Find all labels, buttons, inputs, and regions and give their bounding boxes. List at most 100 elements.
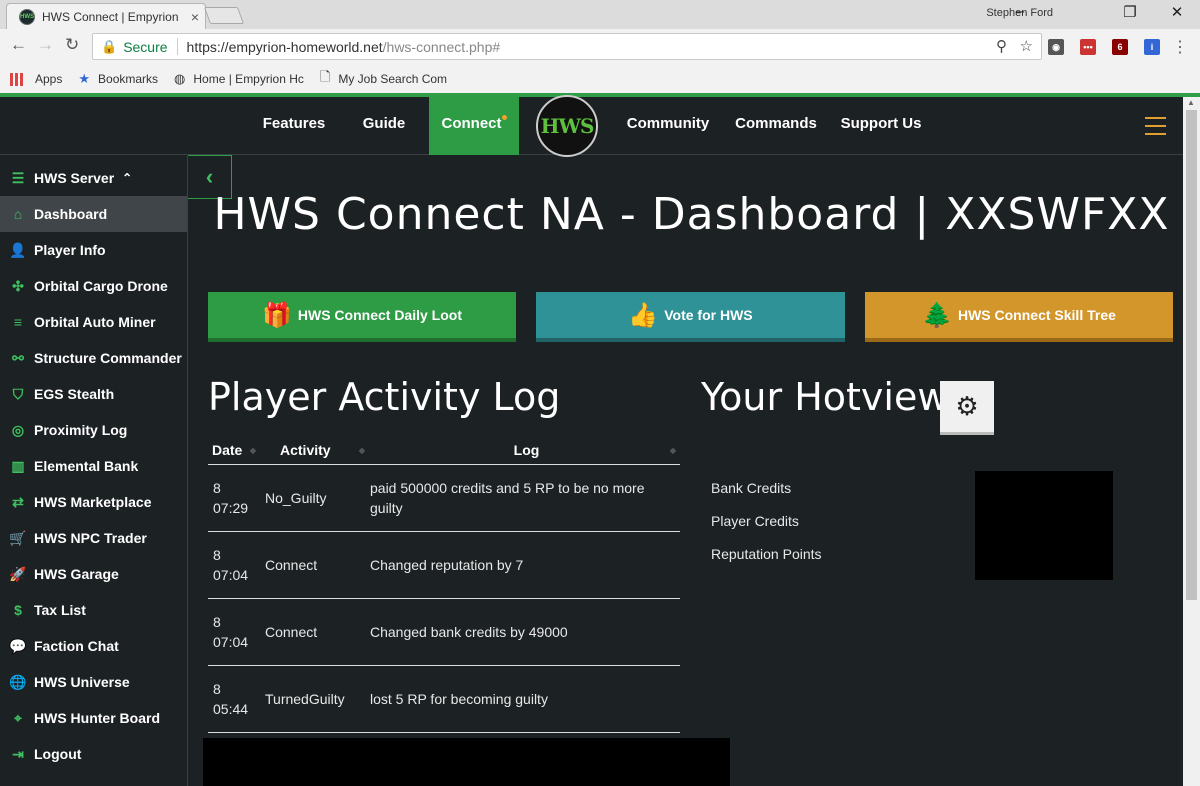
date-time: 07:04 [213, 566, 249, 583]
restore-icon[interactable]: ❐ [1110, 3, 1150, 21]
bookmark-star-icon[interactable]: ☆ [1020, 38, 1033, 55]
nav-support-us[interactable]: Support Us [836, 97, 926, 155]
cell-log: lost 5 RP for becoming guilty [369, 665, 680, 733]
nav-features[interactable]: Features [250, 97, 338, 155]
radar-icon: ◎ [11, 421, 25, 438]
new-tab-button[interactable] [203, 7, 245, 24]
column-header-date[interactable]: Date ◆ [208, 437, 260, 465]
gift-icon: 🎁 [261, 301, 292, 329]
sidebar-item-elemental-bank[interactable]: ▥ Elemental Bank [0, 448, 187, 484]
home-icon: ⌂ [13, 206, 23, 222]
sidebar-item-hws-hunter-board[interactable]: ⌖ HWS Hunter Board [0, 700, 187, 736]
hws-logo[interactable]: HWS [536, 95, 598, 157]
hws-favicon-icon: ◍ [174, 71, 186, 86]
sidebar-item-structure-commander[interactable]: ⚯ Structure Commander [0, 340, 187, 376]
cell-activity: No_Guilty [260, 464, 369, 532]
omnibox-icons: ⚲ ☆ [996, 37, 1033, 55]
extension-info-icon[interactable]: i [1144, 39, 1160, 55]
sidebar-item-label: Faction Chat [34, 638, 119, 654]
bookmark-job-search[interactable]: 🗋 My Job Search Com [320, 68, 447, 90]
tab-title: HWS Connect | Empyrion [42, 9, 179, 24]
sidebar-item-label: Elemental Bank [34, 458, 139, 474]
sidebar-header-hws-server[interactable]: ☰ HWS Server ⌃ [0, 160, 187, 196]
bookmark-bookmarks[interactable]: ★ Bookmarks [78, 71, 158, 87]
extension-lastpass-icon[interactable]: ••• [1080, 39, 1096, 55]
server-icon: ☰ [11, 169, 25, 186]
extension-bulb-icon[interactable]: ◉ [1048, 39, 1064, 55]
rocket-icon: 🚀 [9, 565, 27, 582]
minimize-icon[interactable]: – [1000, 3, 1040, 20]
page-scrollbar[interactable]: ▲ [1183, 97, 1200, 786]
sidebar-item-label: HWS Universe [34, 674, 130, 690]
cell-activity: TurnedGuilty [260, 665, 369, 733]
search-icon[interactable]: ⚲ [996, 38, 1007, 55]
sidebar-item-orbital-cargo-drone[interactable]: ✣ Orbital Cargo Drone [0, 268, 187, 304]
sidebar-item-faction-chat[interactable]: 💬 Faction Chat [0, 628, 187, 664]
vote-button[interactable]: 👍 Vote for HWS [536, 292, 845, 342]
nav-commands[interactable]: Commands [730, 97, 822, 155]
page-icon: 🗋 [319, 69, 331, 84]
daily-loot-button[interactable]: 🎁 HWS Connect Daily Loot [208, 292, 516, 342]
sidebar-item-proximity-log[interactable]: ◎ Proximity Log [0, 412, 187, 448]
cell-date: 8 07:04 [208, 531, 260, 599]
sort-icon: ◆ [249, 446, 256, 455]
chat-icon: 💬 [9, 637, 27, 654]
hotview-player-credits-label: Player Credits [711, 513, 799, 529]
hamburger-menu-icon[interactable] [1145, 117, 1166, 141]
sidebar-item-label: EGS Stealth [34, 386, 115, 402]
back-icon[interactable]: ← [10, 35, 27, 55]
column-header-activity[interactable]: Activity ◆ [260, 437, 369, 465]
scrollbar-thumb[interactable] [1186, 110, 1197, 600]
close-window-icon[interactable]: ✕ [1157, 3, 1197, 21]
browser-tab[interactable]: HWS HWS Connect | Empyrion × [6, 3, 206, 29]
forward-icon[interactable]: → [37, 35, 54, 55]
sidebar-item-label: HWS Marketplace [34, 494, 152, 510]
site-content: Features Guide Connect HWS Community Com… [0, 95, 1183, 786]
sidebar-item-dashboard[interactable]: ⌂ Dashboard [0, 196, 187, 232]
nav-community[interactable]: Community [620, 97, 716, 155]
crosshair-icon: ⌖ [14, 709, 22, 726]
cell-activity: Connect [260, 531, 369, 599]
date-time: 05:44 [213, 700, 249, 717]
money-icon: $ [14, 602, 22, 618]
reload-icon[interactable]: ↻ [65, 35, 79, 55]
cell-log: Changed bank credits by 49000 [369, 598, 680, 666]
tree-icon: 🌲 [922, 301, 952, 329]
activity-log-title: Player Activity Log [208, 375, 561, 419]
bookmark-hws-home[interactable]: ◍ Home | Empyrion Hc [174, 71, 304, 87]
skill-tree-button[interactable]: 🌲 HWS Connect Skill Tree [865, 292, 1173, 342]
sidebar-item-hws-garage[interactable]: 🚀 HWS Garage [0, 556, 187, 592]
shield-icon: ⛉ [12, 385, 24, 402]
tab-close-icon[interactable]: × [185, 9, 205, 25]
nav-connect[interactable]: Connect [429, 97, 519, 155]
scroll-up-icon[interactable]: ▲ [1187, 98, 1195, 107]
sidebar-item-label: Orbital Cargo Drone [34, 278, 168, 294]
sidebar-item-player-info[interactable]: 👤 Player Info [0, 232, 187, 268]
browser-menu-icon[interactable]: ⋮ [1172, 37, 1188, 57]
building-icon: ▥ [11, 457, 25, 474]
sidebar-item-logout[interactable]: ⇥ Logout [0, 736, 187, 772]
sidebar-item-egs-stealth[interactable]: ⛉ EGS Stealth [0, 376, 187, 412]
url-input[interactable]: 🔒 Secure https://empyrion-homeworld.net … [92, 33, 1042, 60]
notification-dot [501, 115, 507, 120]
extension-ublock-icon[interactable]: 6 [1112, 39, 1128, 55]
sidebar-item-label: Tax List [34, 602, 86, 618]
star-icon: ★ [78, 71, 91, 86]
database-icon: ≡ [13, 314, 23, 330]
nav-guide[interactable]: Guide [350, 97, 418, 155]
sidebar-item-tax-list[interactable]: $ Tax List [0, 592, 187, 628]
page-title: HWS Connect NA - Dashboard | XXSWFXX [213, 189, 1170, 240]
sidebar-item-hws-universe[interactable]: 🌐 HWS Universe [0, 664, 187, 700]
sidebar-item-orbital-auto-miner[interactable]: ≡ Orbital Auto Miner [0, 304, 187, 340]
sidebar-item-label: HWS Garage [34, 566, 119, 582]
hws-favicon-icon: HWS [19, 8, 35, 25]
table-row: 8 07:04 Connect Changed bank credits by 490… [208, 598, 680, 666]
sidebar-item-hws-marketplace[interactable]: ⇄ HWS Marketplace [0, 484, 187, 520]
hotview-settings-button[interactable]: ⚙ [940, 381, 994, 435]
sidebar-item-hws-npc-trader[interactable]: 🛒 HWS NPC Trader [0, 520, 187, 556]
bookmark-apps[interactable]: Apps [10, 72, 62, 86]
column-header-log[interactable]: Log ◆ [369, 437, 680, 465]
activity-log-table: Date ◆ Activity ◆ Log ◆ 8 07:29 No_Guilty paid… [208, 437, 680, 733]
nodes-icon: ⚯ [12, 349, 24, 366]
sidebar-item-label: Player Info [34, 242, 106, 258]
